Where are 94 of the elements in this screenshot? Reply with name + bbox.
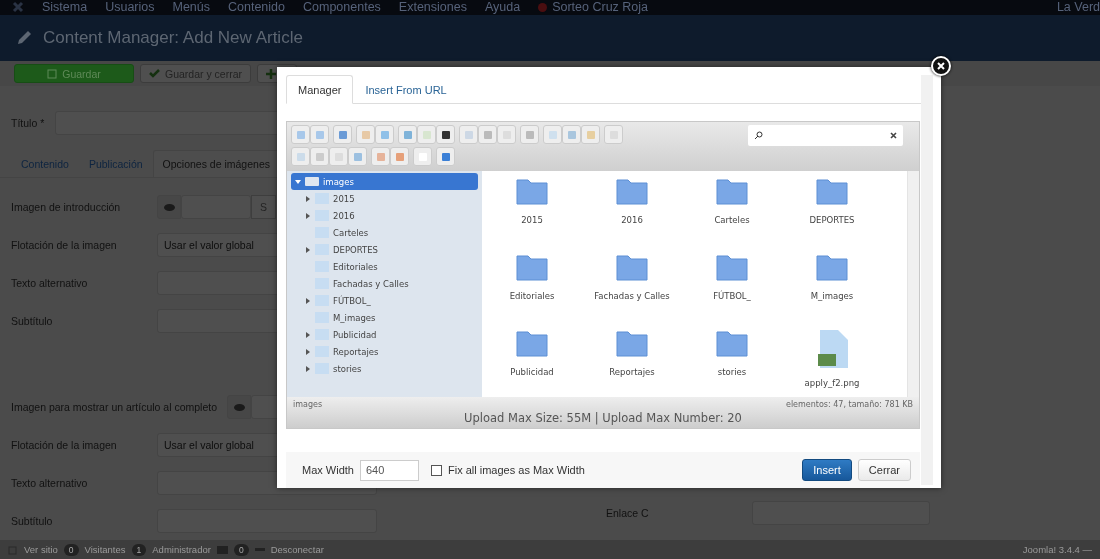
caret-right-icon[interactable]: [305, 297, 311, 304]
envelope-icon: [216, 545, 228, 554]
tree-item[interactable]: FÚTBOL_: [291, 292, 478, 309]
upload-info: Upload Max Size: 55M | Upload Max Number: 20: [464, 411, 742, 427]
file-item[interactable]: FÚTBOL_: [682, 251, 782, 327]
footer-label: Administrador: [152, 544, 211, 556]
file-item[interactable]: M_images: [782, 251, 882, 327]
max-width-field[interactable]: 640: [359, 459, 419, 481]
tree-label: Editoriales: [333, 261, 378, 272]
tree-label: Publicidad: [333, 329, 377, 340]
current-path: images: [293, 399, 324, 409]
caret-right-icon[interactable]: [305, 331, 311, 338]
tree-label: Reportajes: [333, 346, 379, 357]
caret-right-icon[interactable]: [305, 195, 311, 202]
preview-button[interactable]: [157, 195, 181, 220]
folder-icon: [816, 254, 848, 281]
footer-link[interactable]: Desconectar: [270, 544, 324, 556]
field-label: Título *: [11, 117, 45, 130]
page-title: Content Manager: Add New Article: [43, 27, 303, 48]
preview-button[interactable]: [227, 395, 252, 420]
file-item[interactable]: 2016: [582, 175, 682, 251]
check-icon: [149, 69, 160, 79]
tree-label: stories: [333, 363, 362, 374]
count-badge: 1: [131, 543, 147, 556]
tab[interactable]: Insert From URL: [353, 75, 459, 104]
checkbox-label: Fix all images as Max Width: [447, 464, 585, 476]
file-item[interactable]: Reportajes: [582, 327, 682, 403]
tree-label: Fachadas y Calles: [333, 278, 409, 289]
folder-icon: [616, 330, 648, 357]
folder-icon: [616, 178, 648, 205]
scrollbar[interactable]: [907, 171, 919, 397]
caret-down-icon[interactable]: [295, 178, 301, 185]
close-icon: [937, 62, 945, 70]
version-text: Joomla! 3.4.4 —: [1022, 544, 1092, 556]
tree-label: FÚTBOL_: [333, 295, 371, 306]
scrollbar[interactable]: [921, 75, 933, 485]
footer-link[interactable]: Ver sitio: [24, 544, 58, 556]
tree-item[interactable]: Reportajes: [291, 343, 478, 360]
folder-icon: [716, 330, 748, 357]
caret-right-icon[interactable]: [305, 365, 311, 372]
caret-right-icon[interactable]: [305, 348, 311, 355]
field-label: Texto alternativo: [11, 477, 89, 490]
tree-label: 2016: [333, 210, 355, 221]
image-file-icon: [816, 330, 848, 368]
tree-item[interactable]: 2015: [291, 190, 478, 207]
file-item[interactable]: Carteles: [682, 175, 782, 251]
file-item[interactable]: Publicidad: [482, 327, 582, 403]
folder-stats: elementos: 47, tamaño: 781 KB: [785, 399, 913, 409]
folder-icon: [716, 178, 748, 205]
dialog-button[interactable]: Cerrar: [857, 459, 911, 481]
tree-label: images: [323, 176, 354, 187]
file-item[interactable]: DEPORTES: [782, 175, 882, 251]
search-field[interactable]: [748, 125, 903, 146]
field-label: Imagen de introducción: [11, 201, 122, 214]
folder-icon: [516, 254, 548, 281]
count-badge: 0: [233, 543, 249, 556]
tree-item[interactable]: 2016: [291, 207, 478, 224]
field-label: Max Width: [302, 464, 354, 476]
footer-label: Visitantes: [84, 544, 126, 556]
file-item[interactable]: Editoriales: [482, 251, 582, 327]
count-badge: 0: [63, 543, 79, 556]
cross-badge-icon: [538, 2, 548, 12]
caret-right-icon[interactable]: [305, 246, 311, 253]
folder-icon: [616, 254, 648, 281]
folder-icon: [516, 178, 548, 205]
tree-label: M_images: [333, 312, 376, 323]
folder-icon: [816, 178, 848, 205]
tree-item[interactable]: M_images: [291, 309, 478, 326]
tree-item[interactable]: Publicidad: [291, 326, 478, 343]
tree-item[interactable]: images: [291, 173, 478, 190]
plus-icon: [266, 68, 277, 79]
tree-item[interactable]: Fachadas y Calles: [291, 275, 478, 292]
tree-item[interactable]: stories: [291, 360, 478, 377]
field-label: Subtítulo: [11, 315, 54, 328]
drive-icon: [305, 177, 319, 186]
search-icon: [754, 131, 763, 140]
field-label: Texto alternativo: [11, 277, 89, 290]
clear-icon[interactable]: [890, 132, 897, 139]
tree-label: DEPORTES: [333, 244, 378, 255]
file-item[interactable]: Fachadas y Calles: [582, 251, 682, 327]
file-item[interactable]: stories: [682, 327, 782, 403]
tab[interactable]: Manager: [286, 75, 354, 104]
tree-label: 2015: [333, 193, 355, 204]
field-label: Subtítulo: [11, 515, 54, 528]
edit-icon: [47, 68, 58, 79]
tree-item[interactable]: Editoriales: [291, 258, 478, 275]
caret-right-icon[interactable]: [305, 212, 311, 219]
dialog-button[interactable]: Insert: [802, 459, 852, 481]
toolbar-button[interactable]: [436, 125, 455, 144]
folder-icon: [716, 254, 748, 281]
checkbox[interactable]: [430, 464, 442, 476]
logo-icon: [12, 1, 24, 14]
file-item[interactable]: 2015: [482, 175, 582, 251]
folder-icon: [516, 330, 548, 357]
